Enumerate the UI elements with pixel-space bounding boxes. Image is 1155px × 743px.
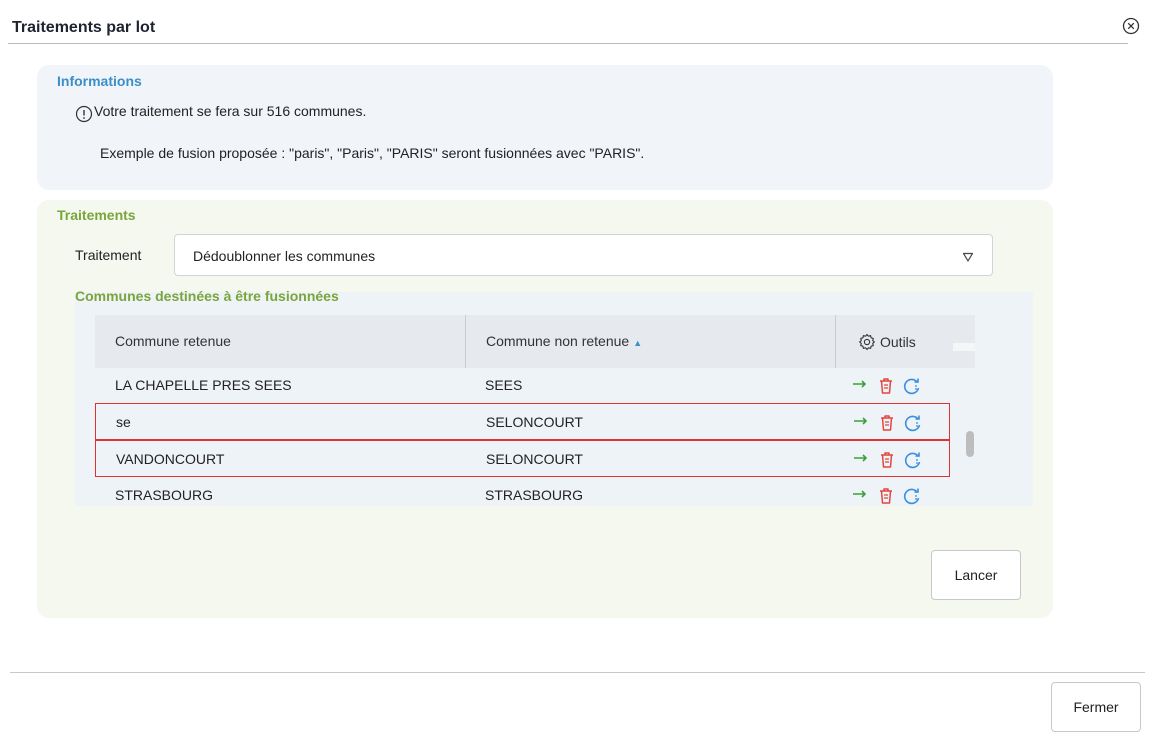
gear-icon [858,333,876,351]
merge-arrows-icon[interactable] [851,450,871,470]
table-row[interactable]: STRASBOURG STRASBOURG [95,477,950,505]
informations-title: Informations [57,73,142,89]
merge-arrows-icon[interactable] [850,376,870,396]
merge-arrows-icon[interactable] [850,486,870,505]
info-commune-count: Votre traitement se fera sur 516 commune… [94,103,367,119]
traitement-select-value: Dédoublonner les communes [193,248,376,264]
cell-commune-non-retenue: SELONCOURT [486,451,583,467]
fusion-grid-title: Communes destinées à être fusionnées [75,288,339,304]
cell-commune-retenue: se [116,414,131,430]
footer-divider [10,672,1145,673]
sort-asc-icon: ▲ [633,338,643,348]
fusion-grid: Commune retenue Commune non retenue ▲ Out… [95,315,975,505]
column-label: Outils [880,334,916,350]
row-tools [851,450,941,470]
table-row[interactable]: VANDONCOURT SELONCOURT [95,440,950,477]
dialog-title: Traitements par lot [12,19,156,36]
cell-commune-non-retenue: SEES [485,377,523,393]
trash-icon[interactable] [876,376,896,396]
row-tools [850,376,940,396]
grid-scrollbar[interactable] [966,431,974,457]
cell-commune-retenue: STRASBOURG [115,487,214,503]
traitement-label: Traitement [75,247,142,263]
traitement-select[interactable]: Dédoublonner les communes [174,234,993,276]
lancer-button[interactable]: Lancer [931,550,1021,600]
merge-arrows-icon[interactable] [851,413,871,433]
refresh-icon[interactable] [903,413,923,433]
close-icon[interactable] [1122,17,1140,35]
refresh-icon[interactable] [902,376,922,396]
trash-icon[interactable] [877,413,897,433]
informations-panel: Informations Votre traitement se fera su… [37,65,1053,190]
header-divider [8,43,1128,44]
trash-icon[interactable] [877,450,897,470]
cell-commune-non-retenue: SELONCOURT [486,414,583,430]
column-commune-non-retenue[interactable]: Commune non retenue ▲ [465,315,835,368]
row-tools [850,486,940,505]
cell-commune-non-retenue: STRASBOURG [485,487,584,503]
cell-commune-retenue: LA CHAPELLE PRES SEES [115,377,292,393]
column-label: Commune non retenue [486,333,630,349]
trash-icon[interactable] [876,486,896,505]
table-row[interactable]: LA CHAPELLE PRES SEES SEES [95,367,950,404]
fermer-button[interactable]: Fermer [1051,682,1141,732]
traitements-panel: Traitements Traitement Dédoublonner les … [37,200,1053,618]
refresh-icon[interactable] [902,486,922,505]
table-row[interactable]: se SELONCOURT [95,403,950,440]
info-circle-icon [75,105,93,123]
grid-header: Commune retenue Commune non retenue ▲ Out… [95,315,975,368]
header-scroll-spacer [953,343,975,351]
row-tools [851,413,941,433]
column-outils[interactable]: Outils [835,315,975,368]
column-commune-retenue[interactable]: Commune retenue [95,315,465,368]
info-fusion-example: Exemple de fusion proposée : "paris", "P… [100,145,645,161]
traitements-title: Traitements [57,207,136,223]
dialog-header: Traitements par lot [0,0,1155,44]
cell-commune-retenue: VANDONCOURT [116,451,225,467]
triangle-down-icon [962,250,974,262]
refresh-icon[interactable] [903,450,923,470]
column-label: Commune retenue [115,333,231,349]
